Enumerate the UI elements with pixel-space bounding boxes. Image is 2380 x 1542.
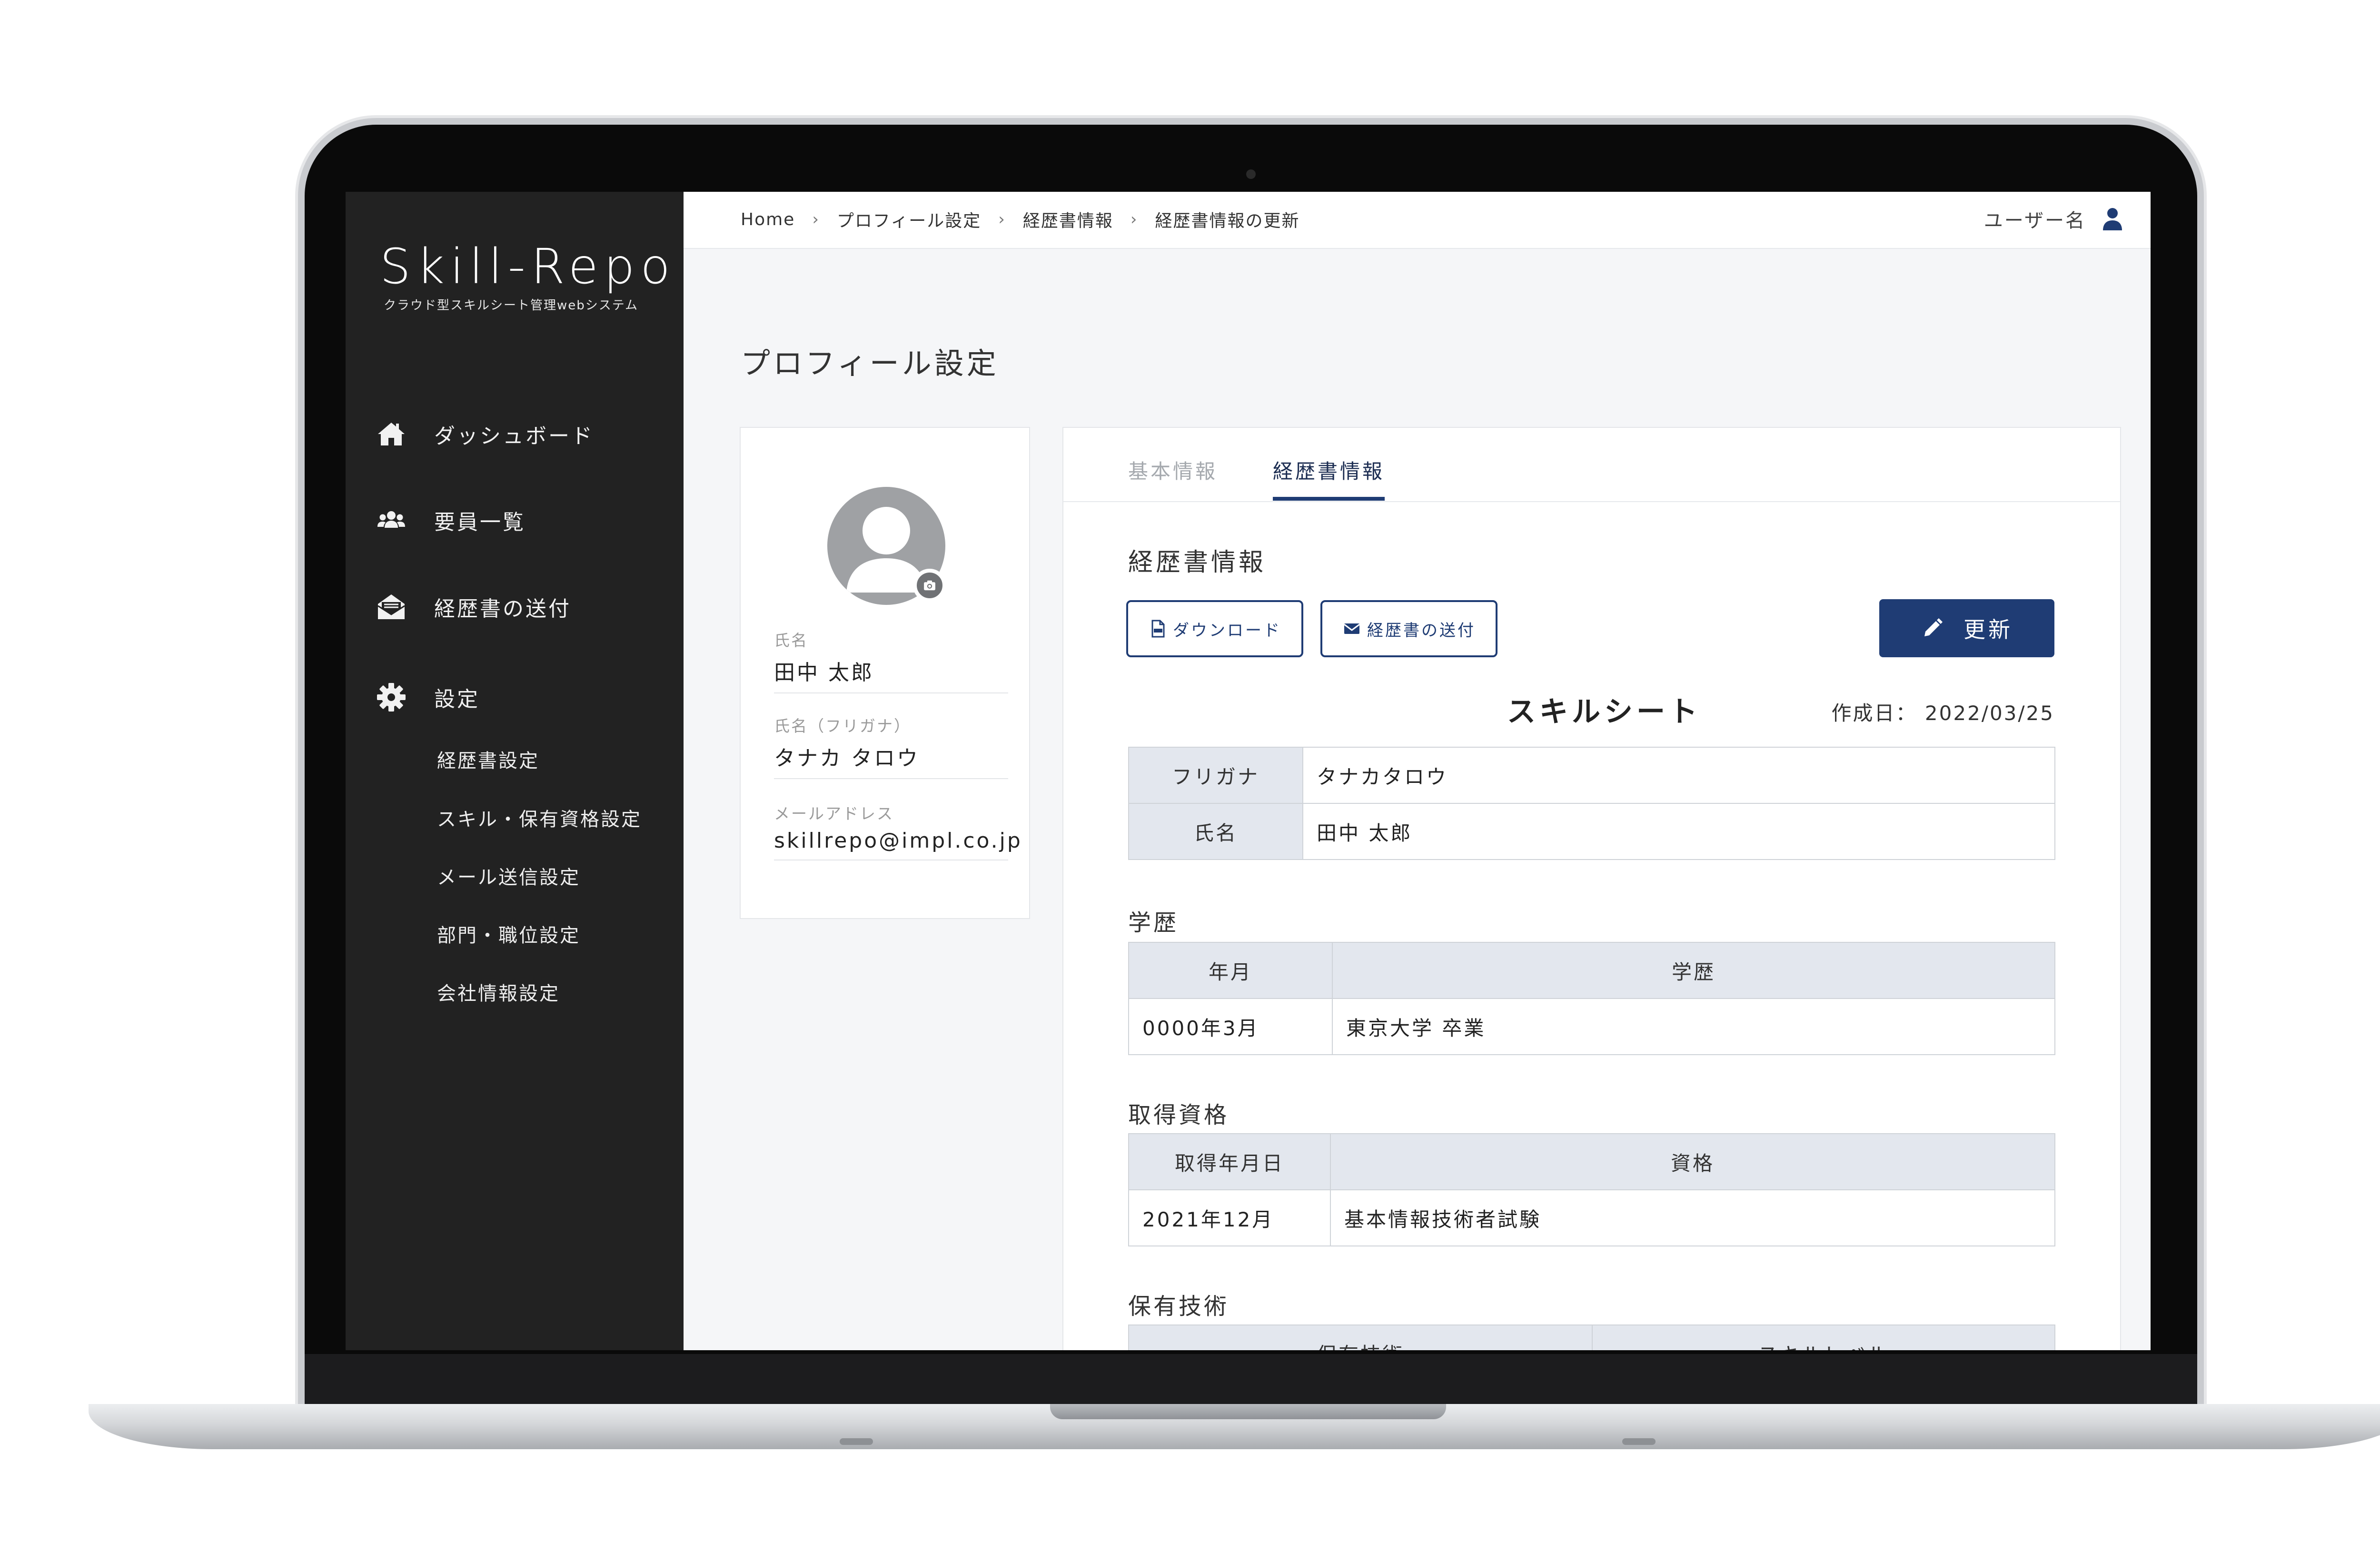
camera-dot (1246, 169, 1256, 179)
breadcrumb-separator: › (812, 210, 820, 229)
profile-name-value: 田中 太郎 (774, 655, 1008, 693)
breadcrumb-separator: › (998, 210, 1006, 229)
sidebar-item-send-resume[interactable]: 経歴書の送付 (376, 592, 571, 622)
furigana-value: タナカタロウ (1302, 747, 2055, 804)
sidebar: Skill-Repo クラウド型スキルシート管理webシステム ダッシュボード … (346, 192, 684, 1350)
qualification-text: 基本情報技術者試験 (1330, 1189, 2055, 1246)
table-row: 2021年12月 基本情報技術者試験 (1128, 1189, 2055, 1246)
camera-icon[interactable] (913, 569, 946, 602)
profile-card: 氏名 田中 太郎 氏名（フリガナ） タナカ タロウ メールアドレス skillr… (740, 427, 1030, 919)
table-header-row: 年月 学歴 (1128, 942, 2055, 999)
laptop-foot (840, 1438, 873, 1445)
sidebar-item-label: 経歴書の送付 (434, 597, 571, 621)
app-screen: Skill-Repo クラウド型スキルシート管理webシステム ダッシュボード … (346, 192, 2151, 1350)
profile-kana-label: 氏名（フリガナ） (774, 717, 911, 735)
breadcrumb-separator: › (1130, 210, 1138, 229)
qualifications-title: 取得資格 (1128, 1102, 1230, 1128)
page-title: プロフィール設定 (741, 346, 999, 381)
top-bar: Home › プロフィール設定 › 経歴書情報 › 経歴書情報の更新 ユーザー名 (684, 192, 2151, 249)
table-row: 氏名 田中 太郎 (1128, 803, 2055, 860)
education-text: 東京大学 卒業 (1332, 998, 2055, 1055)
column-header: 取得年月日 (1128, 1133, 1331, 1190)
name-table: フリガナ タナカタロウ 氏名 田中 太郎 (1128, 747, 2055, 860)
tab-bar: 基本情報 経歴書情報 (1063, 428, 2120, 502)
pdf-file-icon (1151, 620, 1165, 638)
gear-icon (377, 683, 406, 712)
sidebar-item-label: ダッシュボード (434, 424, 594, 448)
section-title: 経歴書情報 (1128, 548, 1267, 577)
skills-table: 保有技術 スキルレベル (1128, 1325, 2055, 1350)
sidebar-item-label: 要員一覧 (434, 510, 526, 534)
update-button[interactable]: 更新 (1879, 599, 2054, 657)
breadcrumb-profile-settings[interactable]: プロフィール設定 (837, 207, 981, 232)
education-title: 学歴 (1128, 909, 1179, 936)
breadcrumb-resume-info[interactable]: 経歴書情報 (1023, 207, 1113, 232)
breadcrumb: Home › プロフィール設定 › 経歴書情報 › 経歴書情報の更新 (741, 207, 1299, 232)
sheet-title: スキルシート (1507, 695, 1701, 729)
column-header: 保有技術 (1128, 1325, 1593, 1350)
home-icon (378, 423, 405, 445)
laptop-foot (1622, 1438, 1656, 1445)
mail-open-icon (377, 594, 405, 619)
qualifications-table: 取得年月日 資格 2021年12月 基本情報技術者試験 (1128, 1133, 2055, 1246)
laptop-chin (305, 1354, 2197, 1406)
breadcrumb-current: 経歴書情報の更新 (1155, 211, 1300, 231)
resume-panel: 基本情報 経歴書情報 経歴書情報 ダウンロード 経歴書の送付 更新 スキルシート… (1062, 427, 2121, 1350)
tab-resume-info[interactable]: 経歴書情報 (1273, 455, 1385, 501)
users-icon (377, 511, 405, 528)
profile-name-label: 氏名 (774, 631, 808, 650)
education-table: 年月 学歴 0000年3月 東京大学 卒業 (1128, 942, 2055, 1055)
name-key: 氏名 (1128, 803, 1303, 860)
brand-logo[interactable]: Skill-Repo (380, 238, 676, 295)
sidebar-subitem-resume-settings[interactable]: 経歴書設定 (437, 745, 539, 773)
profile-email-value: skillrepo@impl.co.jp (774, 829, 1021, 860)
sidebar-subitem-department-settings[interactable]: 部門・職位設定 (437, 920, 580, 948)
update-label: 更新 (1964, 617, 2013, 642)
table-header-row: 取得年月日 資格 (1128, 1133, 2055, 1190)
created-label: 作成日： (1831, 702, 1917, 725)
user-menu[interactable]: ユーザー名 (1984, 205, 2126, 233)
qualification-date: 2021年12月 (1128, 1189, 1331, 1246)
user-icon (2103, 208, 2122, 230)
mail-icon (1344, 623, 1360, 634)
sidebar-item-settings[interactable]: 設定 (376, 682, 480, 712)
laptop-notch (1050, 1404, 1446, 1419)
send-resume-label: 経歴書の送付 (1367, 621, 1476, 640)
name-value: 田中 太郎 (1302, 803, 2055, 860)
user-name: ユーザー名 (1983, 210, 2086, 232)
download-label: ダウンロード (1173, 621, 1281, 640)
download-button[interactable]: ダウンロード (1126, 600, 1303, 657)
sidebar-item-members[interactable]: 要員一覧 (376, 505, 526, 535)
column-header: スキルレベル (1592, 1325, 2055, 1350)
sidebar-subitem-skill-settings[interactable]: スキル・保有資格設定 (437, 804, 642, 831)
tab-basic-info[interactable]: 基本情報 (1128, 455, 1218, 497)
send-resume-button[interactable]: 経歴書の送付 (1320, 600, 1497, 657)
skills-title: 保有技術 (1128, 1293, 1230, 1320)
created-value: 2022/03/25 (1924, 702, 2054, 725)
column-header: 資格 (1330, 1133, 2055, 1190)
pencil-icon (1924, 618, 1943, 636)
furigana-key: フリガナ (1128, 747, 1303, 804)
column-header: 年月 (1128, 942, 1333, 999)
brand-subtitle: クラウド型スキルシート管理webシステム (384, 298, 638, 313)
table-row: 0000年3月 東京大学 卒業 (1128, 998, 2055, 1055)
education-date: 0000年3月 (1128, 998, 1333, 1055)
profile-email-label: メールアドレス (774, 804, 894, 823)
breadcrumb-home[interactable]: Home (741, 210, 795, 229)
column-header: 学歴 (1332, 942, 2055, 999)
table-header-row: 保有技術 スキルレベル (1128, 1325, 2055, 1350)
created-date: 作成日： 2022/03/25 (1832, 697, 2054, 726)
sidebar-subitem-mail-settings[interactable]: メール送信設定 (437, 862, 580, 890)
sidebar-item-dashboard[interactable]: ダッシュボード (376, 419, 594, 449)
sidebar-item-label: 設定 (434, 687, 480, 712)
table-row: フリガナ タナカタロウ (1128, 747, 2055, 804)
main-area: Home › プロフィール設定 › 経歴書情報 › 経歴書情報の更新 ユーザー名… (684, 192, 2151, 1350)
profile-kana-value: タナカ タロウ (774, 741, 1008, 779)
sidebar-subitem-company-settings[interactable]: 会社情報設定 (437, 978, 560, 1006)
